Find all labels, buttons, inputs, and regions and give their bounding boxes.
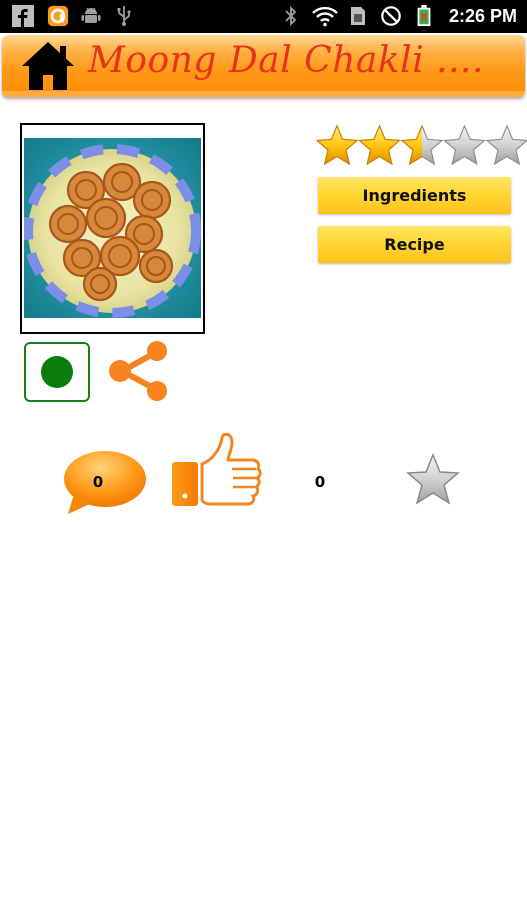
battery-charging-icon [417,5,431,27]
veg-dot [41,356,73,388]
bluetooth-icon [285,5,297,27]
ingredients-button[interactable]: Ingredients [318,177,511,214]
orange-app-icon [47,5,69,27]
favorite-star-icon[interactable] [405,452,461,508]
rating-star-filled[interactable] [316,124,359,166]
thumbs-up-icon[interactable] [170,432,262,510]
recipe-image[interactable] [20,123,205,334]
veg-symbol [24,342,90,402]
home-icon[interactable] [20,40,76,92]
do-not-disturb-icon [381,6,401,26]
facebook-icon [12,5,34,27]
status-bar: 2:26 PM [0,0,527,33]
wifi-icon [312,6,338,27]
sim-icon [351,7,365,25]
recipe-button[interactable]: Recipe [318,226,511,263]
recipe-title: Moong Dal Chakli .... [88,40,484,81]
android-icon [81,7,101,23]
rating-star-empty[interactable] [443,124,486,166]
status-time: 2:26 PM [448,6,517,26]
usb-icon [117,6,131,26]
rating-stars[interactable] [316,124,527,168]
comment-count: 0 [92,473,104,491]
rating-star-empty[interactable] [485,124,527,166]
like-count: 0 [314,473,326,491]
chakli-plate-photo [24,138,201,318]
share-icon[interactable] [108,340,170,402]
rating-star-filled[interactable] [358,124,401,166]
